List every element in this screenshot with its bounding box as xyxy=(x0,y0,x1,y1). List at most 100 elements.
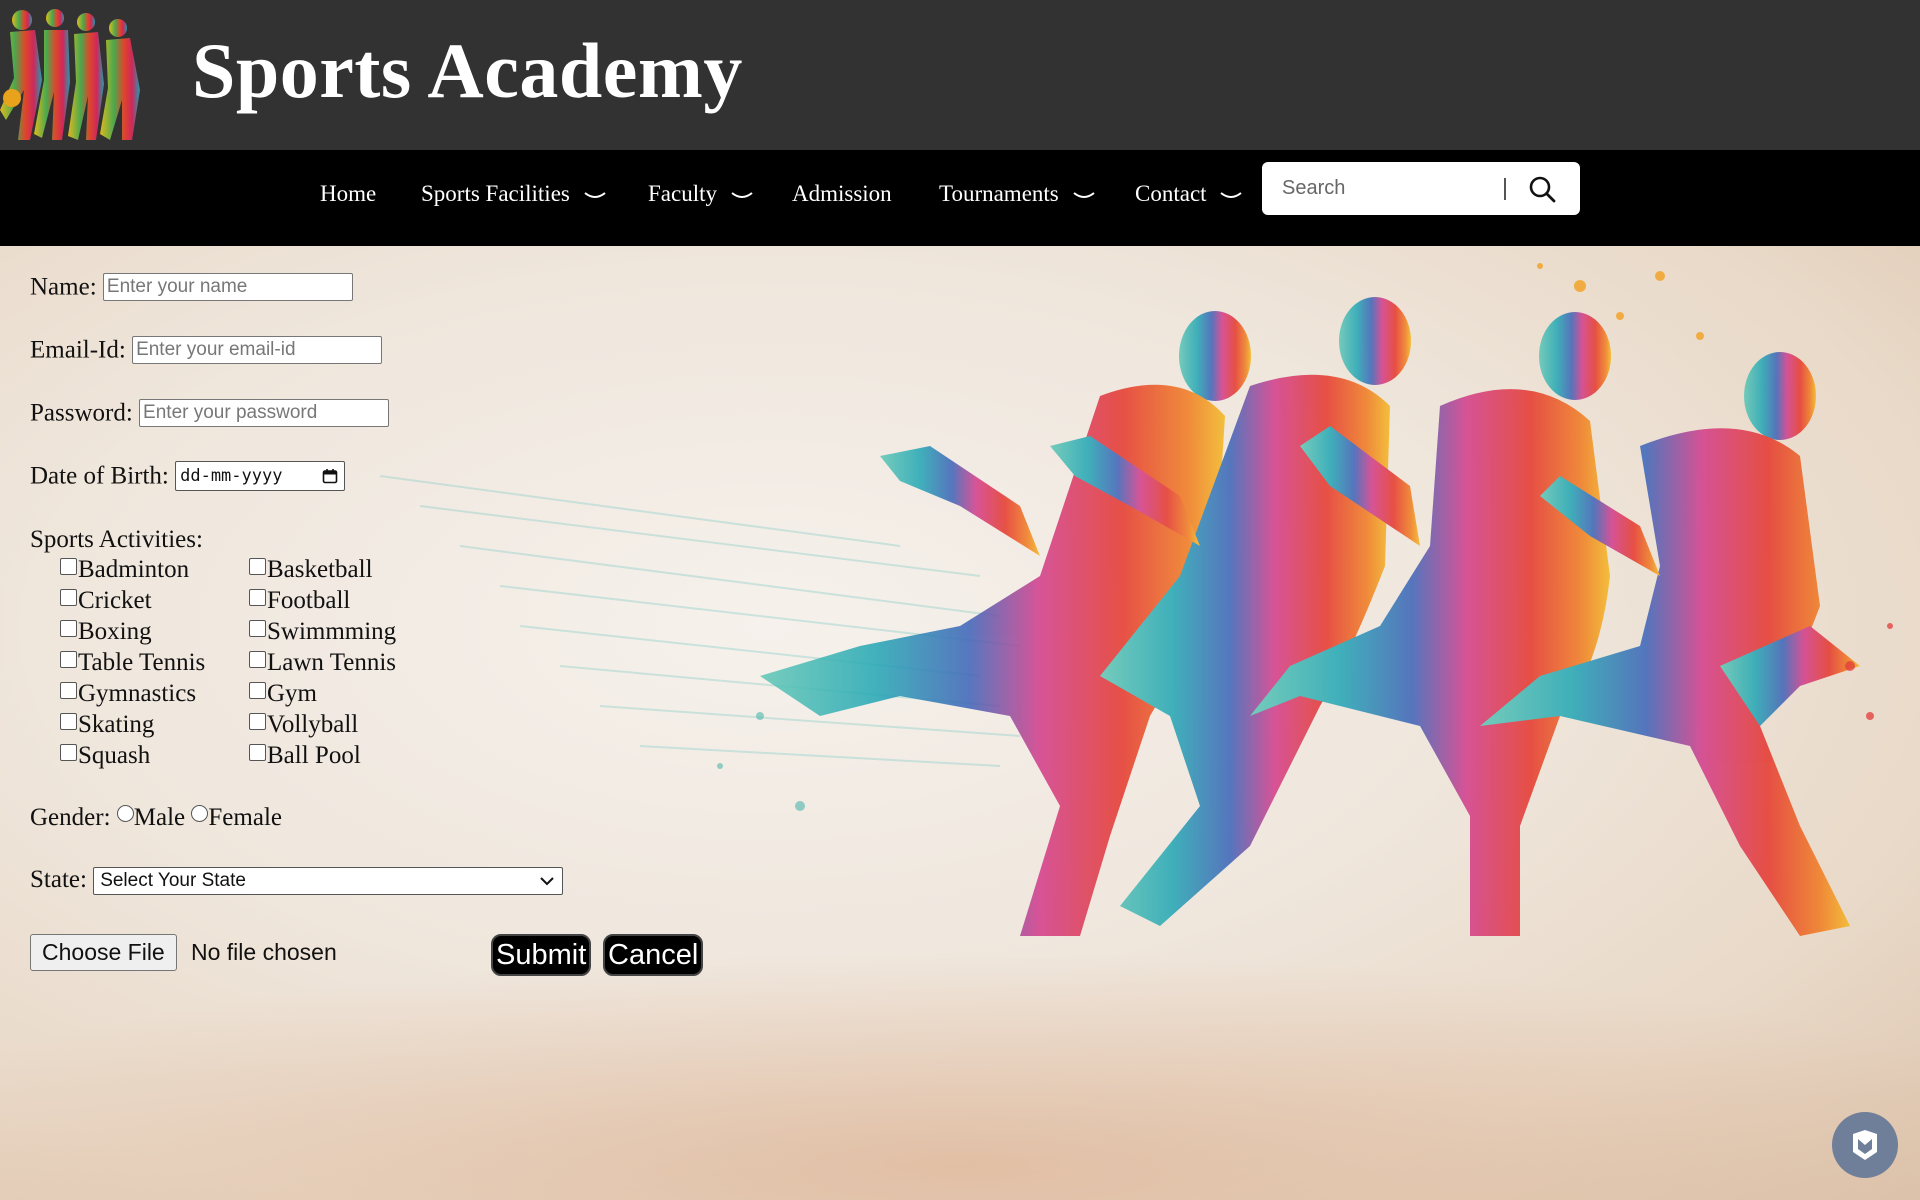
dob-row: Date of Birth: dd-mm-yyyy xyxy=(30,461,346,492)
nav-contact[interactable]: Contact xyxy=(1135,174,1242,214)
checkbox[interactable] xyxy=(249,713,266,730)
checkbox-label: Gymnastics xyxy=(78,680,197,707)
choose-file-button[interactable]: Choose File xyxy=(30,934,177,971)
nav-sports-facilities[interactable]: Sports Facilities xyxy=(421,174,606,214)
checkbox-label: Swimmming xyxy=(267,618,397,645)
checkbox-label: Table Tennis xyxy=(78,649,206,676)
checkbox[interactable] xyxy=(60,651,77,668)
checkbox[interactable] xyxy=(249,589,266,606)
radio-male[interactable] xyxy=(116,805,134,822)
checkbox-label: Boxing xyxy=(78,618,152,645)
dob-input[interactable]: dd-mm-yyyy xyxy=(175,461,346,492)
chevron-down-icon xyxy=(540,877,554,886)
checkbox[interactable] xyxy=(249,620,266,637)
dob-label: Date of Birth: xyxy=(30,462,169,490)
radio-female[interactable] xyxy=(191,805,209,822)
site-title: Sports Academy xyxy=(192,27,743,114)
nav-home[interactable]: Home xyxy=(320,174,376,214)
checkbox[interactable] xyxy=(60,682,77,699)
checkbox-label: Basketball xyxy=(267,556,373,583)
state-label: State: xyxy=(30,866,87,893)
file-row: Choose File No file chosen Submit Cancel xyxy=(30,934,730,978)
email-row: Email-Id: xyxy=(30,335,383,365)
name-label: Name: xyxy=(30,273,97,301)
site-header: Sports Academy xyxy=(0,0,1920,150)
checkbox[interactable] xyxy=(60,620,77,637)
checkbox-badminton[interactable]: Badminton xyxy=(60,556,189,584)
checkbox[interactable] xyxy=(249,558,266,575)
password-label: Password: xyxy=(30,399,133,427)
checkbox-gym[interactable]: Gym xyxy=(249,680,317,708)
chevron-down-icon xyxy=(1220,191,1242,198)
checkbox-label: Gym xyxy=(267,680,317,707)
email-label: Email-Id: xyxy=(30,336,126,364)
password-row: Password: xyxy=(30,398,390,428)
gender-label: Gender: xyxy=(30,804,111,831)
checkbox-label: Football xyxy=(267,587,351,614)
checkbox[interactable] xyxy=(249,682,266,699)
dob-placeholder: dd-mm-yyyy xyxy=(180,466,283,487)
checkbox-label: Ball Pool xyxy=(267,742,361,769)
calendar-icon[interactable] xyxy=(322,468,338,484)
checkbox-label: Badminton xyxy=(78,556,190,583)
checkbox-skating[interactable]: Skating xyxy=(60,711,154,739)
password-input[interactable] xyxy=(139,399,390,428)
checkbox-cricket[interactable]: Cricket xyxy=(60,587,152,615)
checkbox-boxing[interactable]: Boxing xyxy=(60,618,152,646)
checkbox[interactable] xyxy=(60,589,77,606)
checkbox-ball-pool[interactable]: Ball Pool xyxy=(249,742,361,770)
checkbox-label: Lawn Tennis xyxy=(267,649,397,676)
main-content: Name: Email-Id: Password: Date of Birth:… xyxy=(0,246,1920,1200)
shield-icon xyxy=(1853,1130,1877,1160)
nav-faculty[interactable]: Faculty xyxy=(648,174,753,214)
state-selected-value: Select Your State xyxy=(100,870,246,892)
checkbox-swimming[interactable]: Swimmming xyxy=(249,618,396,646)
state-row: State: Select Your State xyxy=(30,866,564,896)
nav-sports-facilities-label: Sports Facilities xyxy=(421,181,570,206)
checkbox-gymnastics[interactable]: Gymnastics xyxy=(60,680,196,708)
checkbox-volleyball[interactable]: Vollyball xyxy=(249,711,358,739)
checkbox[interactable] xyxy=(60,744,77,761)
chevron-down-icon xyxy=(584,191,606,198)
radio-male-label: Male xyxy=(133,804,186,831)
nav-faculty-label: Faculty xyxy=(648,181,717,206)
search-icon[interactable] xyxy=(1528,175,1556,203)
submit-button[interactable]: Submit xyxy=(491,934,592,976)
email-input[interactable] xyxy=(132,336,383,365)
file-status: No file chosen xyxy=(190,939,337,965)
floating-action-button[interactable] xyxy=(1832,1112,1898,1178)
state-select[interactable]: Select Your State xyxy=(93,867,564,896)
search-input[interactable] xyxy=(1270,170,1520,206)
main-nav: Home Sports Facilities Faculty Admission… xyxy=(0,150,1920,246)
search-box xyxy=(1262,162,1580,215)
nav-admission[interactable]: Admission xyxy=(792,174,892,214)
checkbox[interactable] xyxy=(249,651,266,668)
chevron-down-icon xyxy=(1072,191,1095,198)
name-row: Name: xyxy=(30,272,353,302)
checkbox-squash[interactable]: Squash xyxy=(60,742,150,770)
name-input[interactable] xyxy=(102,273,353,302)
search-divider xyxy=(1504,178,1506,200)
checkbox[interactable] xyxy=(60,713,77,730)
checkbox-football[interactable]: Football xyxy=(249,587,350,615)
checkbox-table-tennis[interactable]: Table Tennis xyxy=(60,649,205,677)
nav-admission-label: Admission xyxy=(792,181,892,206)
nav-home-label: Home xyxy=(320,181,377,206)
checkbox-basketball[interactable]: Basketball xyxy=(249,556,373,584)
checkbox[interactable] xyxy=(60,558,77,575)
nav-contact-label: Contact xyxy=(1135,181,1207,206)
checkbox-label: Skating xyxy=(78,711,155,738)
nav-tournaments-label: Tournaments xyxy=(939,181,1059,206)
checkbox-label: Cricket xyxy=(78,587,152,614)
gender-row: Gender: Male Female xyxy=(30,804,282,832)
checkbox[interactable] xyxy=(249,744,266,761)
checkbox-label: Squash xyxy=(78,742,151,769)
logo[interactable] xyxy=(0,0,155,150)
sports-activities-label: Sports Activities: xyxy=(30,526,203,553)
checkbox-lawn-tennis[interactable]: Lawn Tennis xyxy=(249,649,396,677)
nav-tournaments[interactable]: Tournaments xyxy=(939,174,1095,214)
chevron-down-icon xyxy=(731,191,753,198)
checkbox-label: Vollyball xyxy=(267,711,359,738)
cancel-button[interactable]: Cancel xyxy=(603,934,704,976)
radio-female-label: Female xyxy=(208,804,282,831)
